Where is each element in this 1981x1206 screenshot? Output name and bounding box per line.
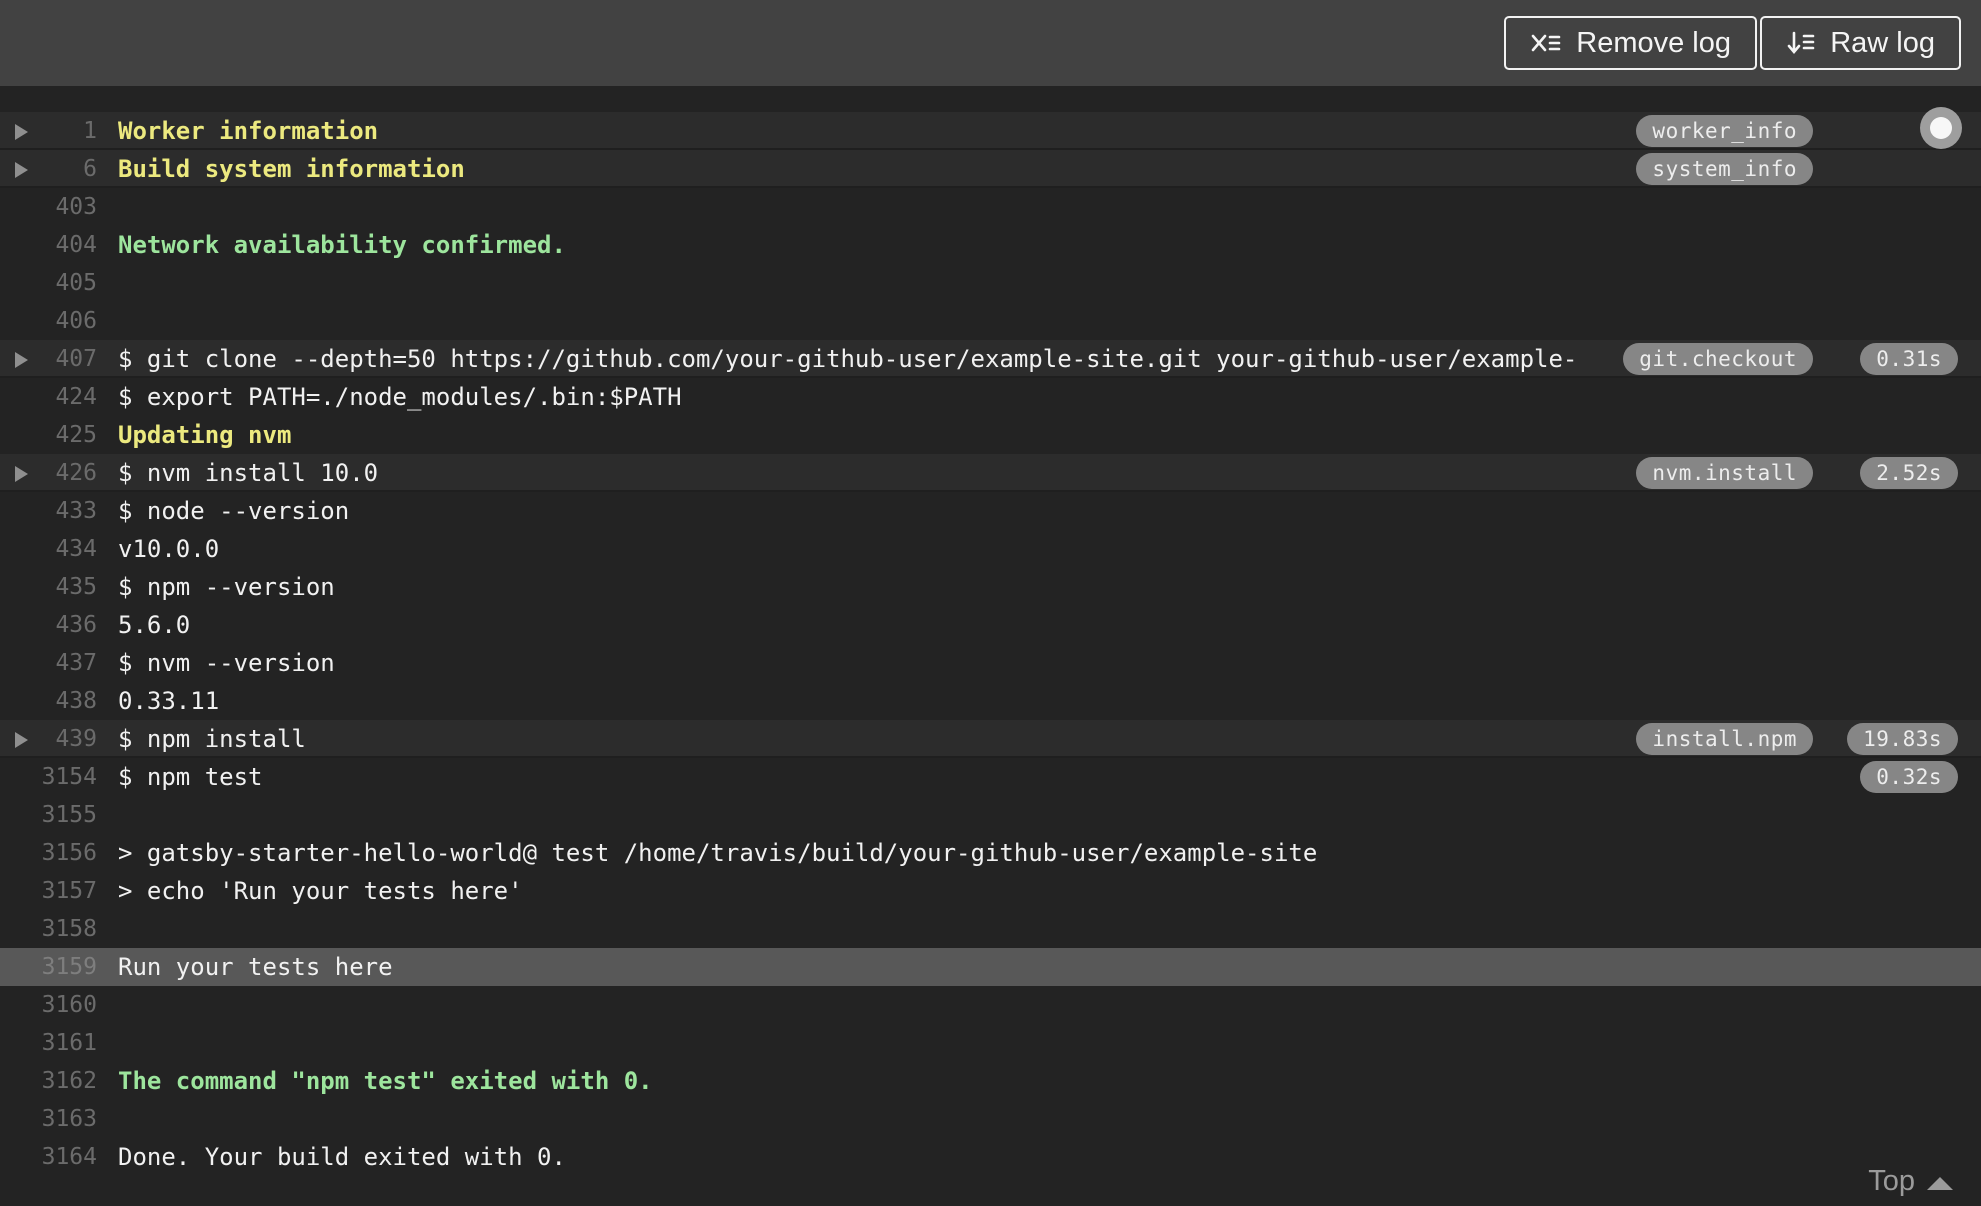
duration-badge: 0.32s: [1860, 761, 1958, 793]
log-text: $ node --version: [118, 497, 350, 525]
raw-log-icon: [1786, 28, 1816, 58]
line-number[interactable]: 407: [0, 340, 97, 378]
line-number[interactable]: 425: [0, 416, 97, 454]
log-text: Worker information: [118, 117, 379, 145]
log-line: 3161: [0, 1024, 1981, 1062]
log-line: 3157 > echo 'Run your tests here': [0, 872, 1981, 910]
line-number[interactable]: 434: [0, 530, 97, 568]
log-line: 3160: [0, 986, 1981, 1024]
log-line: 433 $ node --version: [0, 492, 1981, 530]
log-text: $ nvm --version: [118, 649, 335, 677]
top-link-label: Top: [1868, 1165, 1915, 1197]
line-number[interactable]: 3162: [0, 1062, 97, 1100]
fold-tag-badge: worker_info: [1636, 115, 1813, 147]
log-text: Done. Your build exited with 0.: [118, 1143, 566, 1171]
log-line: 3154 $ npm test 0.32s: [0, 758, 1981, 796]
line-number[interactable]: 3159: [0, 948, 97, 986]
log-line: 3155: [0, 796, 1981, 834]
fold-tag-badge: git.checkout: [1623, 343, 1813, 375]
duration-badge: 0.31s: [1860, 343, 1958, 375]
raw-log-button[interactable]: Raw log: [1760, 16, 1961, 70]
arrow-up-icon: [1927, 1177, 1953, 1190]
log-text: Network availability confirmed.: [118, 231, 566, 259]
line-number[interactable]: 3154: [0, 758, 97, 796]
line-number[interactable]: 1: [0, 112, 97, 150]
log-line: 404 Network availability confirmed.: [0, 226, 1981, 264]
log-line: 405: [0, 264, 1981, 302]
line-number[interactable]: 438: [0, 682, 97, 720]
duration-badge: 19.83s: [1847, 723, 1958, 755]
fold-tag-badge: system_info: [1636, 153, 1813, 185]
log-text: Build system information: [118, 155, 465, 183]
log-text: $ npm install: [118, 725, 306, 753]
log-line: 1 Worker information worker_info: [0, 112, 1981, 150]
line-number[interactable]: 424: [0, 378, 97, 416]
line-number[interactable]: 3156: [0, 834, 97, 872]
log-text: $ nvm install 10.0: [118, 459, 379, 487]
log-line: 424 $ export PATH=./node_modules/.bin:$PA…: [0, 378, 1981, 416]
line-number[interactable]: 3160: [0, 986, 97, 1024]
duration-badge: 2.52s: [1860, 457, 1958, 489]
log-line: 435 $ npm --version: [0, 568, 1981, 606]
line-number[interactable]: 437: [0, 644, 97, 682]
log-line: 3156 > gatsby-starter-hello-world@ test /…: [0, 834, 1981, 872]
scroll-to-top-link[interactable]: Top: [1868, 1165, 1953, 1198]
line-number[interactable]: 3157: [0, 872, 97, 910]
line-number[interactable]: 405: [0, 264, 97, 302]
raw-log-label: Raw log: [1830, 26, 1935, 59]
line-number[interactable]: 3163: [0, 1100, 97, 1138]
log-text: 5.6.0: [118, 611, 191, 639]
log-line: 436 5.6.0: [0, 606, 1981, 644]
line-number[interactable]: 433: [0, 492, 97, 530]
scroll-indicator[interactable]: [1920, 107, 1962, 149]
remove-log-icon: [1530, 28, 1562, 58]
log-text: > echo 'Run your tests here': [118, 877, 523, 905]
fold-tag-badge: install.npm: [1636, 723, 1813, 755]
remove-log-button[interactable]: Remove log: [1504, 16, 1757, 70]
log-line: 3159 Run your tests here: [0, 948, 1981, 986]
log-text: $ export PATH=./node_modules/.bin:$PATH: [118, 383, 682, 411]
log-text: $ git clone --depth=50 https://github.co…: [118, 345, 1578, 373]
line-number[interactable]: 435: [0, 568, 97, 606]
build-log-pane: 1 Worker information worker_info 6 Build sys…: [0, 86, 1981, 1206]
line-number[interactable]: 439: [0, 720, 97, 758]
log-text: > gatsby-starter-hello-world@ test /home…: [118, 839, 1318, 867]
line-number[interactable]: 426: [0, 454, 97, 492]
line-number[interactable]: 3158: [0, 910, 97, 948]
log-line: 3164 Done. Your build exited with 0.: [0, 1138, 1981, 1176]
log-text: The command "npm test" exited with 0.: [118, 1067, 653, 1095]
line-number[interactable]: 404: [0, 226, 97, 264]
log-line: 434 v10.0.0: [0, 530, 1981, 568]
fold-tag-badge: nvm.install: [1636, 457, 1813, 489]
log-line: 426 $ nvm install 10.0 nvm.install 2.52s: [0, 454, 1981, 492]
log-line: 407 $ git clone --depth=50 https://github…: [0, 340, 1981, 378]
log-line: 3158: [0, 910, 1981, 948]
log-line: 3163: [0, 1100, 1981, 1138]
log-text: $ npm --version: [118, 573, 335, 601]
log-text: Updating nvm: [118, 421, 292, 449]
line-number[interactable]: 3164: [0, 1138, 97, 1176]
log-text: Run your tests here: [118, 953, 393, 981]
remove-log-label: Remove log: [1576, 26, 1731, 59]
log-line: 3162 The command "npm test" exited with 0…: [0, 1062, 1981, 1100]
line-number[interactable]: 406: [0, 302, 97, 340]
line-number[interactable]: 6: [0, 150, 97, 188]
log-line: 403: [0, 188, 1981, 226]
log-line: 438 0.33.11: [0, 682, 1981, 720]
line-number[interactable]: 436: [0, 606, 97, 644]
log-line: 439 $ npm install install.npm 19.83s: [0, 720, 1981, 758]
log-toolbar: Remove log Raw log: [0, 0, 1981, 86]
log-text: 0.33.11: [118, 687, 220, 715]
log-line: 406: [0, 302, 1981, 340]
line-number[interactable]: 403: [0, 188, 97, 226]
log-lines-container: 1 Worker information worker_info 6 Build sys…: [0, 112, 1981, 1176]
log-text: $ npm test: [118, 763, 263, 791]
line-number[interactable]: 3155: [0, 796, 97, 834]
log-text: v10.0.0: [118, 535, 220, 563]
log-line: 6 Build system information system_info: [0, 150, 1981, 188]
log-line: 437 $ nvm --version: [0, 644, 1981, 682]
log-line: 425 Updating nvm: [0, 416, 1981, 454]
line-number[interactable]: 3161: [0, 1024, 97, 1062]
